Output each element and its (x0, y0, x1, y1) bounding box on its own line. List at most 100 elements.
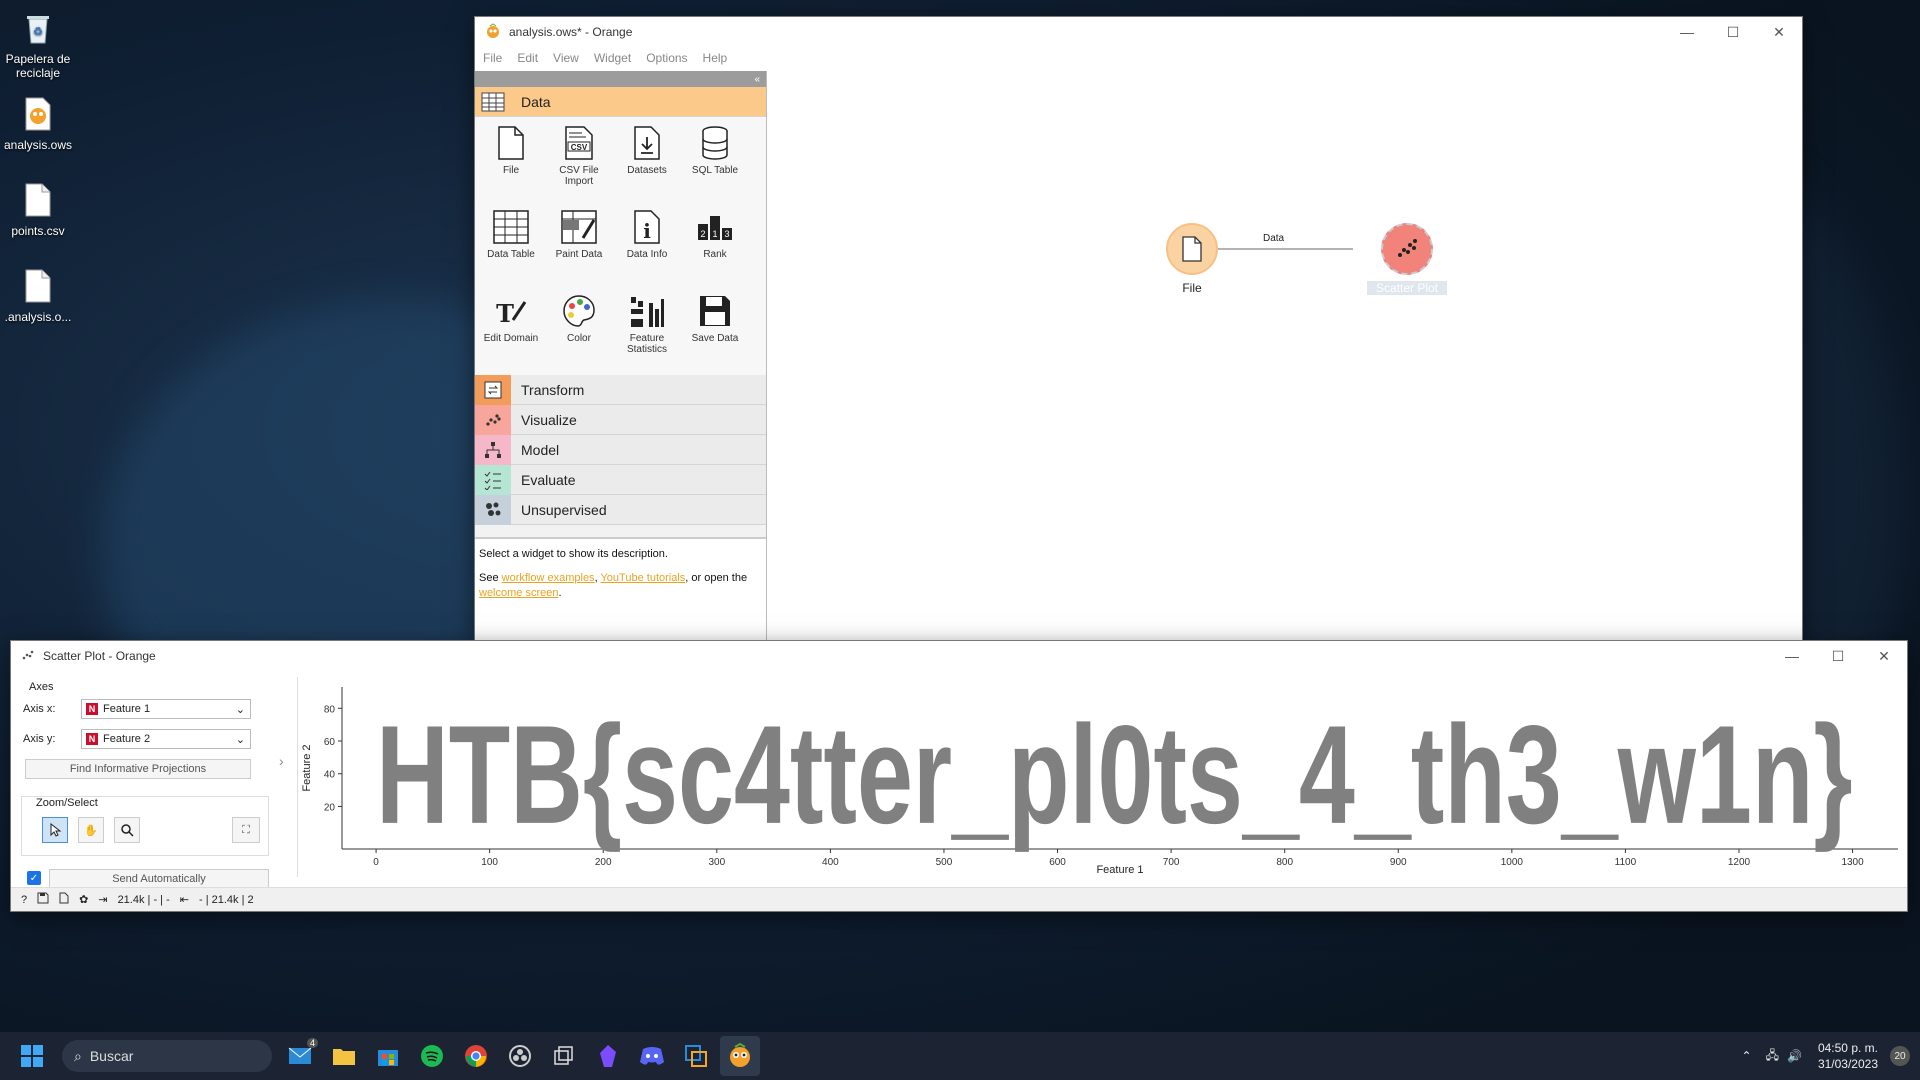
taskbar-search[interactable]: ⌕ Buscar (62, 1040, 272, 1072)
widget-save-data[interactable]: Save Data (681, 289, 749, 369)
volume-icon[interactable]: 🔊 (1787, 1049, 1802, 1063)
table-icon (477, 205, 545, 249)
taskbar-store[interactable] (368, 1036, 408, 1076)
widget-feature-statistics[interactable]: Feature Statistics (613, 289, 681, 369)
statistics-icon (613, 289, 681, 333)
taskbar-orange[interactable] (720, 1036, 760, 1076)
desktop-icon-analysis-backup[interactable]: .analysis.o... (0, 266, 76, 324)
minimize-button[interactable]: — (1769, 641, 1815, 671)
workflow-link[interactable] (767, 71, 1803, 371)
network-icon[interactable]: 🖧 (1766, 1046, 1779, 1067)
save-image-icon[interactable] (37, 892, 49, 907)
desktop-icon-recycle-bin[interactable]: ♻ Papelera de reciclaje (0, 8, 76, 80)
desktop-icon-analysis-ows[interactable]: analysis.ows (0, 94, 76, 152)
hand-icon: ✋ (84, 824, 98, 837)
desktop-icon-points-csv[interactable]: points.csv (0, 180, 76, 238)
menu-help[interactable]: Help (703, 51, 728, 65)
taskbar-vm[interactable] (676, 1036, 716, 1076)
maximize-button[interactable]: ☐ (1815, 641, 1861, 671)
widget-paint-data[interactable]: Paint Data (545, 205, 613, 285)
taskbar-explorer[interactable] (324, 1036, 364, 1076)
youtube-tutorials-link[interactable]: YouTube tutorials (600, 572, 685, 584)
orange-icon[interactable]: ✿ (79, 893, 88, 906)
windows-logo-icon (21, 1045, 43, 1067)
widget-edit-domain[interactable]: T Edit Domain (477, 289, 545, 369)
notification-badge[interactable]: 20 (1890, 1046, 1910, 1066)
maximize-button[interactable]: ☐ (1710, 17, 1756, 47)
x-tick-label: 1200 (1728, 857, 1751, 868)
task-view-icon (554, 1046, 573, 1065)
category-unsupervised[interactable]: Unsupervised (475, 494, 766, 525)
widget-rank[interactable]: 213 Rank (681, 205, 749, 285)
widget-label: Feature Statistics (626, 333, 667, 355)
description-text: Select a widget to show its description. (479, 548, 668, 560)
chevron-right-icon[interactable]: › (279, 753, 284, 769)
scatter-plot-area[interactable]: 0 100 200 300 400 500 600 700 800 900 1000 1100 1200… (297, 677, 1907, 877)
axis-x-select[interactable]: N Feature 1 ⌄ (81, 699, 251, 719)
control-panel: Axes Axis x: N Feature 1 ⌄ Axis y: N Fea… (11, 681, 276, 889)
widget-toolbox: « Data File CSV CSV File Import Datasets (475, 71, 767, 643)
taskbar: ⌕ Buscar 4 ⌃ 🖧 🔊 04:50 p. m. 31/03/2023 … (0, 1032, 1920, 1080)
taskbar-chrome[interactable] (456, 1036, 496, 1076)
category-model[interactable]: Model (475, 434, 766, 465)
node-label: File (1182, 281, 1202, 295)
close-button[interactable]: ✕ (1756, 17, 1802, 47)
workflow-examples-link[interactable]: workflow examples (502, 572, 595, 584)
widget-data-table[interactable]: Data Table (477, 205, 545, 285)
menu-edit[interactable]: Edit (517, 51, 538, 65)
scatter-chart[interactable]: 0 100 200 300 400 500 600 700 800 900 1000 1100 1200… (298, 677, 1910, 877)
widget-data-info[interactable]: i Data Info (613, 205, 681, 285)
widget-datasets[interactable]: Datasets (613, 121, 681, 201)
desktop-icon-label: analysis.ows (3, 138, 73, 152)
widget-sql-table[interactable]: SQL Table (681, 121, 749, 201)
category-evaluate[interactable]: Evaluate (475, 464, 766, 495)
svg-text:2: 2 (700, 229, 705, 239)
menu-file[interactable]: File (483, 51, 502, 65)
collapse-icon[interactable]: « (754, 74, 760, 85)
report-icon[interactable] (59, 892, 69, 907)
csv-icon: CSV (545, 121, 613, 165)
taskbar-discord[interactable] (632, 1036, 672, 1076)
welcome-screen-link[interactable]: welcome screen (479, 587, 558, 599)
x-tick-label: 300 (708, 857, 725, 868)
category-visualize[interactable]: Visualize (475, 404, 766, 435)
workflow-canvas[interactable]: Data File Scatter Plot (767, 71, 1802, 643)
menu-view[interactable]: View (553, 51, 579, 65)
minimize-button[interactable]: — (1664, 17, 1710, 47)
chevron-down-icon: ⌄ (235, 703, 245, 716)
reset-zoom-button[interactable]: ⛶ (232, 817, 260, 843)
taskbar-spotify[interactable] (412, 1036, 452, 1076)
node-scatter-plot[interactable]: Scatter Plot (1367, 223, 1447, 295)
close-button[interactable]: ✕ (1861, 641, 1907, 671)
widget-file[interactable]: File (477, 121, 545, 201)
help-icon[interactable]: ? (21, 894, 27, 906)
status-bar: ? ✿ ⇥ 21.4k | - | - ⇤ - | 21.4k | 2 (11, 887, 1907, 911)
find-informative-projections-button[interactable]: Find Informative Projections (25, 759, 251, 779)
category-transform[interactable]: Transform (475, 374, 766, 405)
menu-options[interactable]: Options (646, 51, 687, 65)
edit-domain-icon: T (477, 289, 545, 333)
store-icon (378, 1050, 398, 1066)
start-button[interactable] (12, 1036, 52, 1076)
title-bar: Scatter Plot - Orange — ☐ ✕ (11, 641, 1907, 671)
taskbar-task-view[interactable] (544, 1036, 584, 1076)
widget-description-panel: Select a widget to show its description.… (475, 537, 766, 643)
widget-csv-file-import[interactable]: CSV CSV File Import (545, 121, 613, 201)
node-file[interactable]: File (1157, 223, 1227, 295)
menu-widget[interactable]: Widget (594, 51, 631, 65)
taskbar-mail[interactable]: 4 (280, 1036, 320, 1076)
category-label: Visualize (521, 411, 577, 428)
zoom-tool-button[interactable] (114, 817, 140, 843)
chevron-up-icon[interactable]: ⌃ (1742, 1049, 1752, 1063)
axis-y-select[interactable]: N Feature 2 ⌄ (81, 729, 251, 749)
send-automatically-checkbox[interactable]: ✓ (27, 871, 41, 885)
send-automatically-button[interactable]: Send Automatically (49, 869, 269, 889)
clock[interactable]: 04:50 p. m. 31/03/2023 (1818, 1040, 1878, 1072)
taskbar-obs[interactable] (500, 1036, 540, 1076)
pan-tool-button[interactable]: ✋ (78, 817, 104, 843)
select-tool-button[interactable] (42, 817, 68, 843)
scatter-points: HTB{sc4tter_pl0ts_4_th3_w1n} (376, 696, 1852, 853)
category-data[interactable]: Data (475, 87, 766, 117)
widget-color[interactable]: Color (545, 289, 613, 369)
taskbar-obsidian[interactable] (588, 1036, 628, 1076)
